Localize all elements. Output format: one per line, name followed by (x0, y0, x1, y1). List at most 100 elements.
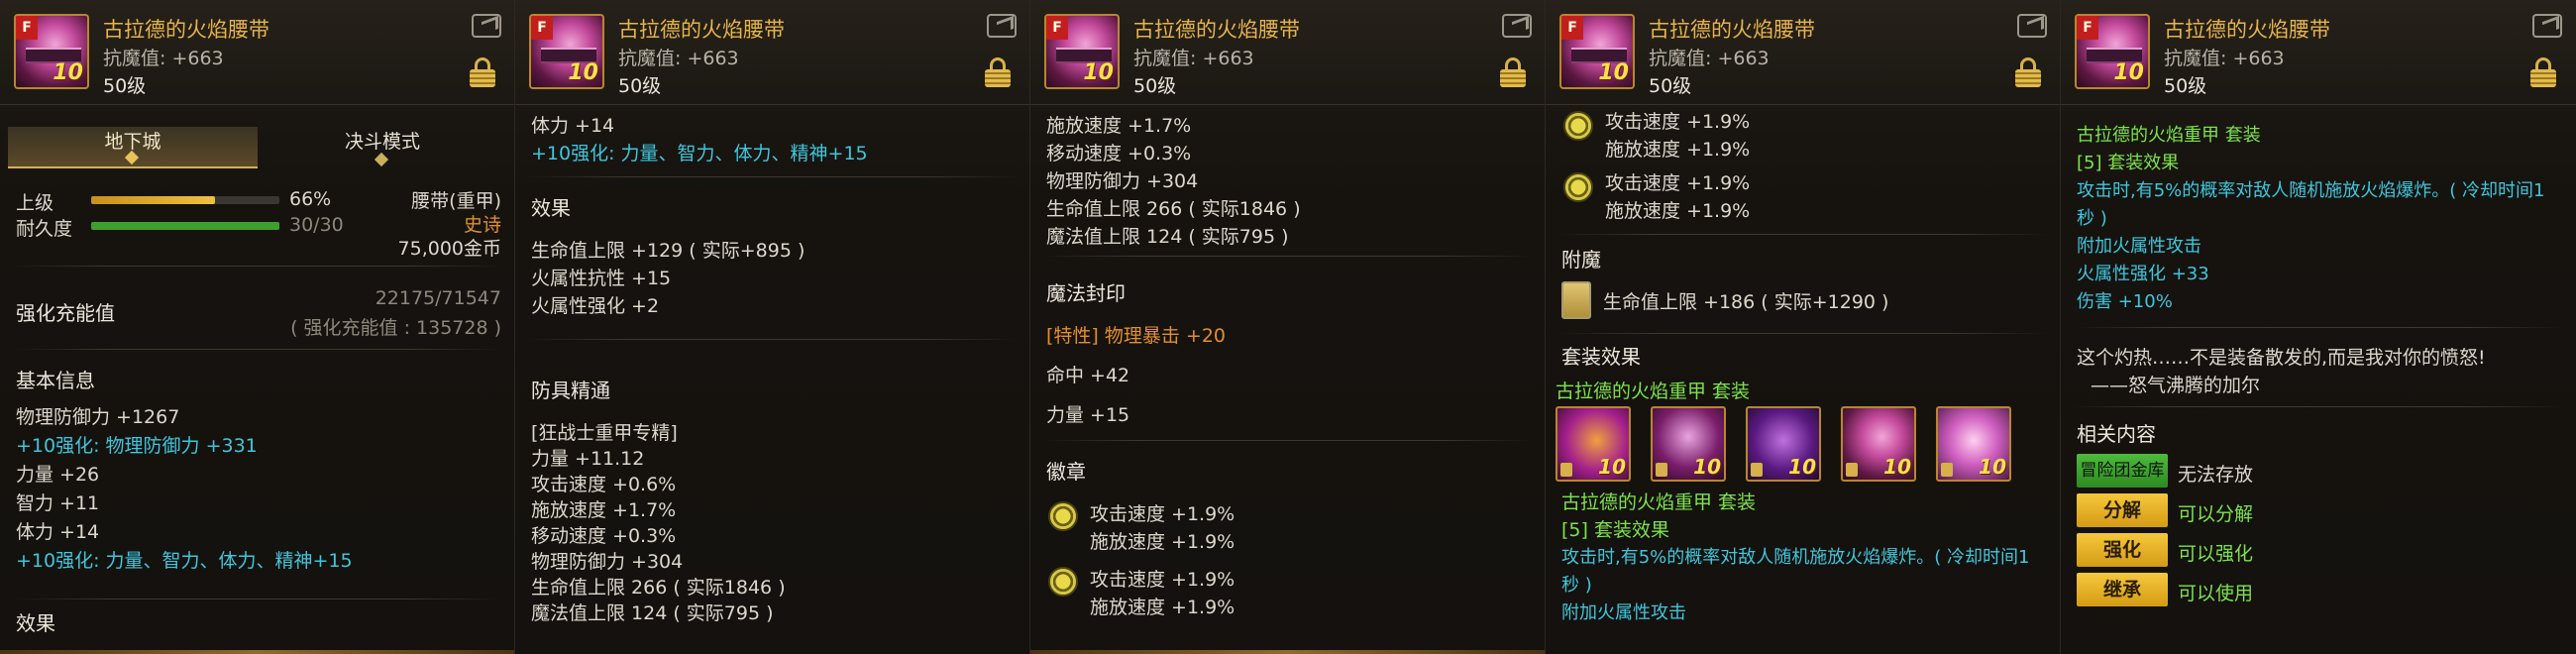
stat-line: 力量 +26 (16, 464, 100, 486)
set-desc: 攻击时,有5%的概率对敌人随机施放火焰爆炸。( 冷却时间1 (1561, 547, 2030, 568)
stat-line: 体力 +14 (531, 115, 615, 137)
emblem-title: 徽章 (1046, 460, 1086, 484)
set-bonus-title: [5] 套装效果 (2077, 153, 2180, 173)
emblem-icon[interactable] (1048, 567, 1078, 597)
set-piece-icon[interactable]: 10 (1556, 406, 1631, 482)
effects-title: 效果 (531, 196, 571, 220)
emblem-line: 攻击速度 +1.9% (1090, 503, 1235, 525)
item-icon[interactable]: F 10 (1559, 14, 1635, 89)
adventure-bank-button[interactable]: 冒险团金库 (2077, 454, 2168, 488)
set-piece-icon[interactable]: 10 (1651, 406, 1726, 482)
enchant-line: 生命值上限 +186 ( 实际+1290 ) (1603, 291, 1889, 313)
set-name: 古拉德的火焰重甲 套装 (2077, 125, 2261, 146)
set-piece-icon[interactable]: 10 (1936, 406, 2011, 482)
reinforce-detail: ( 强化充能值 : 135728 ) (290, 317, 501, 339)
enchant-card-icon[interactable] (1561, 281, 1591, 319)
item-icon[interactable]: F 10 (529, 14, 604, 89)
item-name: 古拉德的火焰腰带 (2164, 18, 2330, 42)
item-level: 50级 (618, 75, 662, 97)
lock-icon[interactable] (2530, 57, 2556, 87)
disassemble-status: 可以分解 (2178, 503, 2254, 525)
effect-line: 火属性抗性 +15 (531, 268, 672, 289)
share-icon[interactable] (2532, 14, 2562, 38)
upgrade-level: 10 (53, 60, 83, 85)
resist-stat: 抗魔值: +663 (618, 48, 739, 69)
share-icon[interactable] (472, 14, 501, 38)
item-level: 50级 (1133, 75, 1177, 97)
emblem-icon[interactable] (1048, 501, 1078, 531)
stat-line: 移动速度 +0.3% (1046, 143, 1192, 164)
set-name: 古拉德的火焰重甲 套装 (1561, 491, 1757, 513)
tab-dungeon[interactable]: 地下城 (8, 127, 258, 168)
share-icon[interactable] (1502, 14, 1532, 38)
effect-line: 生命值上限 +129 ( 实际+895 ) (531, 240, 805, 262)
lock-icon[interactable] (1500, 57, 1526, 87)
emblem-icon[interactable] (1563, 172, 1593, 202)
mastery-line: 施放速度 +1.7% (531, 499, 677, 521)
set-piece-icon[interactable]: 10 (1841, 406, 1916, 482)
durability-value: 30/30 (289, 214, 344, 236)
mastery-line: [狂战士重甲专精] (531, 422, 678, 444)
seal-line: 命中 +42 (1046, 365, 1130, 386)
durability-bar (91, 222, 279, 230)
stat-line: 魔法值上限 124 ( 实际795 ) (1046, 226, 1289, 248)
stat-line: +10强化: 力量、智力、体力、精神+15 (16, 550, 353, 572)
item-level: 50级 (1649, 75, 1692, 97)
share-icon[interactable] (987, 14, 1017, 38)
reinforce-value: 22175/71547 (375, 287, 501, 309)
item-icon[interactable]: F 10 (14, 14, 89, 89)
set-desc: 附加火属性攻击 (2077, 236, 2201, 257)
resist-stat: 抗魔值: +663 (2164, 48, 2285, 69)
emblem-line: 施放速度 +1.9% (1605, 200, 1751, 222)
item-icon[interactable]: F 10 (2075, 14, 2150, 89)
disassemble-button[interactable]: 分解 (2077, 493, 2168, 527)
stat-line: 物理防御力 +1267 (16, 406, 180, 428)
seal-title: 魔法封印 (1046, 281, 1126, 305)
emblem-icon[interactable] (1563, 111, 1593, 141)
flavor-text: 这个灼热……不是装备散发的,而是我对你的愤怒! (2077, 347, 2486, 369)
seal-line: [特性] 物理暴击 +20 (1046, 325, 1227, 347)
item-header: F 10 古拉德的火焰腰带 抗魔值: +663 50级 (515, 0, 1029, 105)
lock-icon[interactable] (470, 57, 495, 87)
reinforce-status: 可以强化 (2178, 543, 2254, 565)
grade-bar (91, 196, 279, 204)
resist-stat: 抗魔值: +663 (1133, 48, 1254, 69)
tooltip-panel-3: F 10 古拉德的火焰腰带 抗魔值: +663 50级 施放速度 +1.7% 移动… (1030, 0, 1546, 654)
set-bonus-title: [5] 套装效果 (1561, 519, 1669, 541)
related-title: 相关内容 (2077, 422, 2156, 446)
tab-pvp[interactable]: 决斗模式 (258, 127, 507, 168)
lock-icon[interactable] (985, 57, 1011, 87)
effect-line: 火属性强化 +2 (531, 295, 660, 317)
set-desc: 伤害 +10% (2077, 291, 2173, 312)
emblem-line: 施放速度 +1.9% (1090, 531, 1235, 553)
mastery-line: 力量 +11.12 (531, 448, 645, 470)
item-header: F 10 古拉德的火焰腰带 抗魔值: +663 50级 (1030, 0, 1545, 105)
item-header: F 10 古拉德的火焰腰带 抗魔值: +663 50级 (1546, 0, 2060, 105)
tooltip-strip: F 10 古拉德的火焰腰带 抗魔值: +663 50级 地下城 决斗模式 上级 … (0, 0, 2576, 654)
reinforce-button[interactable]: 强化 (2077, 533, 2168, 567)
set-name: 古拉德的火焰重甲 套装 (1556, 381, 1751, 402)
lock-icon[interactable] (2015, 57, 2041, 87)
inherit-button[interactable]: 继承 (2077, 573, 2168, 606)
set-piece-icon[interactable]: 10 (1746, 406, 1821, 482)
item-name: 古拉德的火焰腰带 (1133, 18, 1300, 42)
stat-line: 体力 +14 (16, 521, 100, 543)
item-price: 75,000金币 (397, 238, 501, 260)
stat-line: +10强化: 物理防御力 +331 (16, 435, 258, 457)
emblem-line: 攻击速度 +1.9% (1605, 172, 1751, 194)
grade-value: 66% (289, 188, 332, 210)
mastery-line: 物理防御力 +304 (531, 551, 684, 573)
effects-title: 效果 (16, 611, 55, 635)
basic-info-title: 基本信息 (16, 369, 95, 392)
item-name: 古拉德的火焰腰带 (103, 18, 269, 42)
item-icon[interactable]: F 10 (1044, 14, 1120, 89)
mastery-title: 防具精通 (531, 379, 610, 402)
reinforce-label: 强化充能值 (16, 301, 115, 325)
mastery-line: 魔法值上限 124 ( 实际795 ) (531, 602, 774, 624)
stat-line: 智力 +11 (16, 492, 100, 514)
item-header: F 10 古拉德的火焰腰带 抗魔值: +663 50级 (0, 0, 514, 105)
set-effects-title: 套装效果 (1561, 345, 1641, 369)
enchant-title: 附魔 (1561, 248, 1601, 272)
tooltip-panel-4: F 10 古拉德的火焰腰带 抗魔值: +663 50级 攻击速度 +1.9% 施… (1546, 0, 2061, 654)
share-icon[interactable] (2017, 14, 2047, 38)
